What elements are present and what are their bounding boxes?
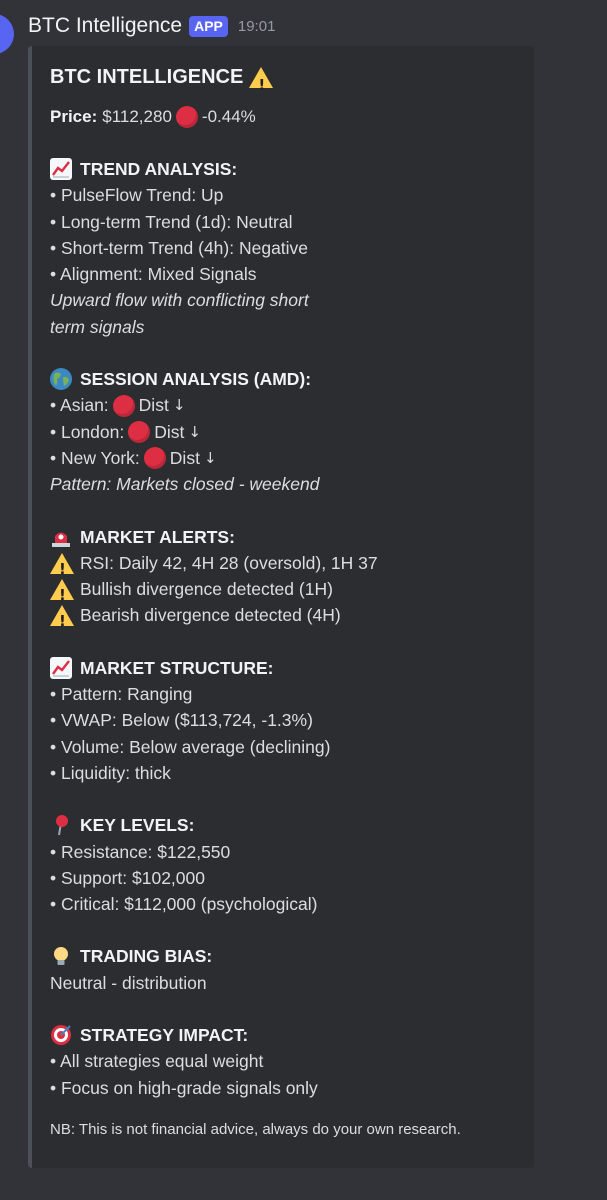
app-badge: APP <box>189 15 228 37</box>
session-label: • Asian: <box>50 395 109 416</box>
alert-item: RSI: Daily 42, 4H 28 (oversold), 1H 37 <box>50 550 516 582</box>
red-circle-icon <box>128 420 151 443</box>
list-item: • Volume: Below average (declining) <box>50 736 331 757</box>
down-arrow-icon: ↓ <box>188 422 201 441</box>
down-arrow-icon: ↓ <box>203 448 217 467</box>
disclaimer: NB: This is not financial advice, always… <box>50 1120 461 1138</box>
trend-note: term signals <box>50 316 145 337</box>
list-item: • All strategies equal weight <box>50 1051 264 1072</box>
alert-text: Bullish divergence detected (1H) <box>80 579 333 600</box>
app-name[interactable]: BTC Intelligence <box>28 14 182 38</box>
session-value: Dist <box>169 447 200 468</box>
embed-card: BTC INTELLIGENCE Price: $112,280 -0.44% … <box>28 46 534 1168</box>
list-item: • VWAP: Below ($113,724, -1.3%) <box>50 710 313 731</box>
globe-icon <box>50 368 72 391</box>
alert-text: RSI: Daily 42, 4H 28 (oversold), 1H 37 <box>80 552 378 573</box>
list-item: • Long-term Trend (1d): Neutral <box>50 211 293 232</box>
red-circle-icon <box>112 394 135 417</box>
session-heading-text: SESSION ANALYSIS (AMD): <box>80 369 312 390</box>
list-item: • London: Dist ↓ <box>50 419 516 445</box>
avatar[interactable] <box>0 14 14 54</box>
trend-note: Upward flow with conflicting short <box>50 290 309 311</box>
bulb-icon <box>50 946 72 968</box>
strategy-heading: STRATEGY IMPACT: <box>50 1022 516 1048</box>
chart-increasing-icon <box>50 158 72 181</box>
list-item: • Support: $102,000 <box>50 867 205 888</box>
pin-icon <box>50 814 72 836</box>
embed-title-text: BTC INTELLIGENCE <box>50 66 244 88</box>
embed-title: BTC INTELLIGENCE <box>50 62 516 100</box>
structure-heading: MARKET STRUCTURE: <box>50 655 516 681</box>
warning-icon <box>50 552 74 582</box>
session-heading: SESSION ANALYSIS (AMD): <box>50 366 516 392</box>
levels-heading-text: KEY LEVELS: <box>80 815 195 836</box>
price-line: Price: $112,280 -0.44% <box>50 104 516 130</box>
chart-increasing-icon <box>50 656 72 679</box>
warning-icon <box>249 66 274 100</box>
strategy-heading-text: STRATEGY IMPACT: <box>80 1025 249 1046</box>
list-item: • PulseFlow Trend: Up <box>50 185 224 206</box>
timestamp[interactable]: 19:01 <box>238 18 276 35</box>
alerts-heading: MARKET ALERTS: <box>50 524 516 550</box>
target-icon <box>50 1024 72 1046</box>
session-label: • London: <box>50 421 125 442</box>
warning-icon <box>50 605 74 634</box>
red-circle-icon <box>143 447 166 470</box>
alerts-heading-text: MARKET ALERTS: <box>80 526 235 547</box>
list-item: • Asian: Dist ↓ <box>50 392 516 418</box>
bias-heading: TRADING BIAS: <box>50 943 516 969</box>
session-note: Pattern: Markets closed - weekend <box>50 474 320 495</box>
session-label: • New York: <box>50 447 140 468</box>
levels-heading: KEY LEVELS: <box>50 812 516 838</box>
siren-icon <box>50 526 72 548</box>
alert-item: Bearish divergence detected (4H) <box>50 602 516 634</box>
trend-heading-text: TREND ANALYSIS: <box>80 159 238 179</box>
price-value: $112,280 <box>102 107 172 126</box>
list-item: • Liquidity: thick <box>50 762 171 783</box>
price-label: Price: <box>50 107 98 126</box>
trend-heading: TREND ANALYSIS: <box>50 156 516 182</box>
list-item: • Resistance: $122,550 <box>50 841 231 862</box>
list-item: • Pattern: Ranging <box>50 684 193 705</box>
price-change: -0.44% <box>201 107 256 126</box>
session-value: Dist <box>154 421 185 442</box>
message-header: BTC Intelligence APP 19:01 <box>28 11 275 41</box>
list-item: • Short-term Trend (4h): Negative <box>50 237 309 258</box>
session-value: Dist <box>138 395 169 416</box>
structure-heading-text: MARKET STRUCTURE: <box>80 657 274 678</box>
list-item: • Alignment: Mixed Signals <box>50 264 257 285</box>
bias-value: Neutral - distribution <box>50 972 207 993</box>
bias-heading-text: TRADING BIAS: <box>80 946 213 967</box>
list-item: • Focus on high-grade signals only <box>50 1077 318 1098</box>
list-item: • New York: Dist ↓ <box>50 445 516 471</box>
down-arrow-icon: ↓ <box>172 396 186 415</box>
warning-icon <box>50 578 74 608</box>
alert-text: Bearish divergence detected (4H) <box>80 605 341 626</box>
alert-item: Bullish divergence detected (1H) <box>50 576 516 608</box>
list-item: • Critical: $112,000 (psychological) <box>50 894 318 915</box>
red-circle-icon <box>175 106 198 128</box>
